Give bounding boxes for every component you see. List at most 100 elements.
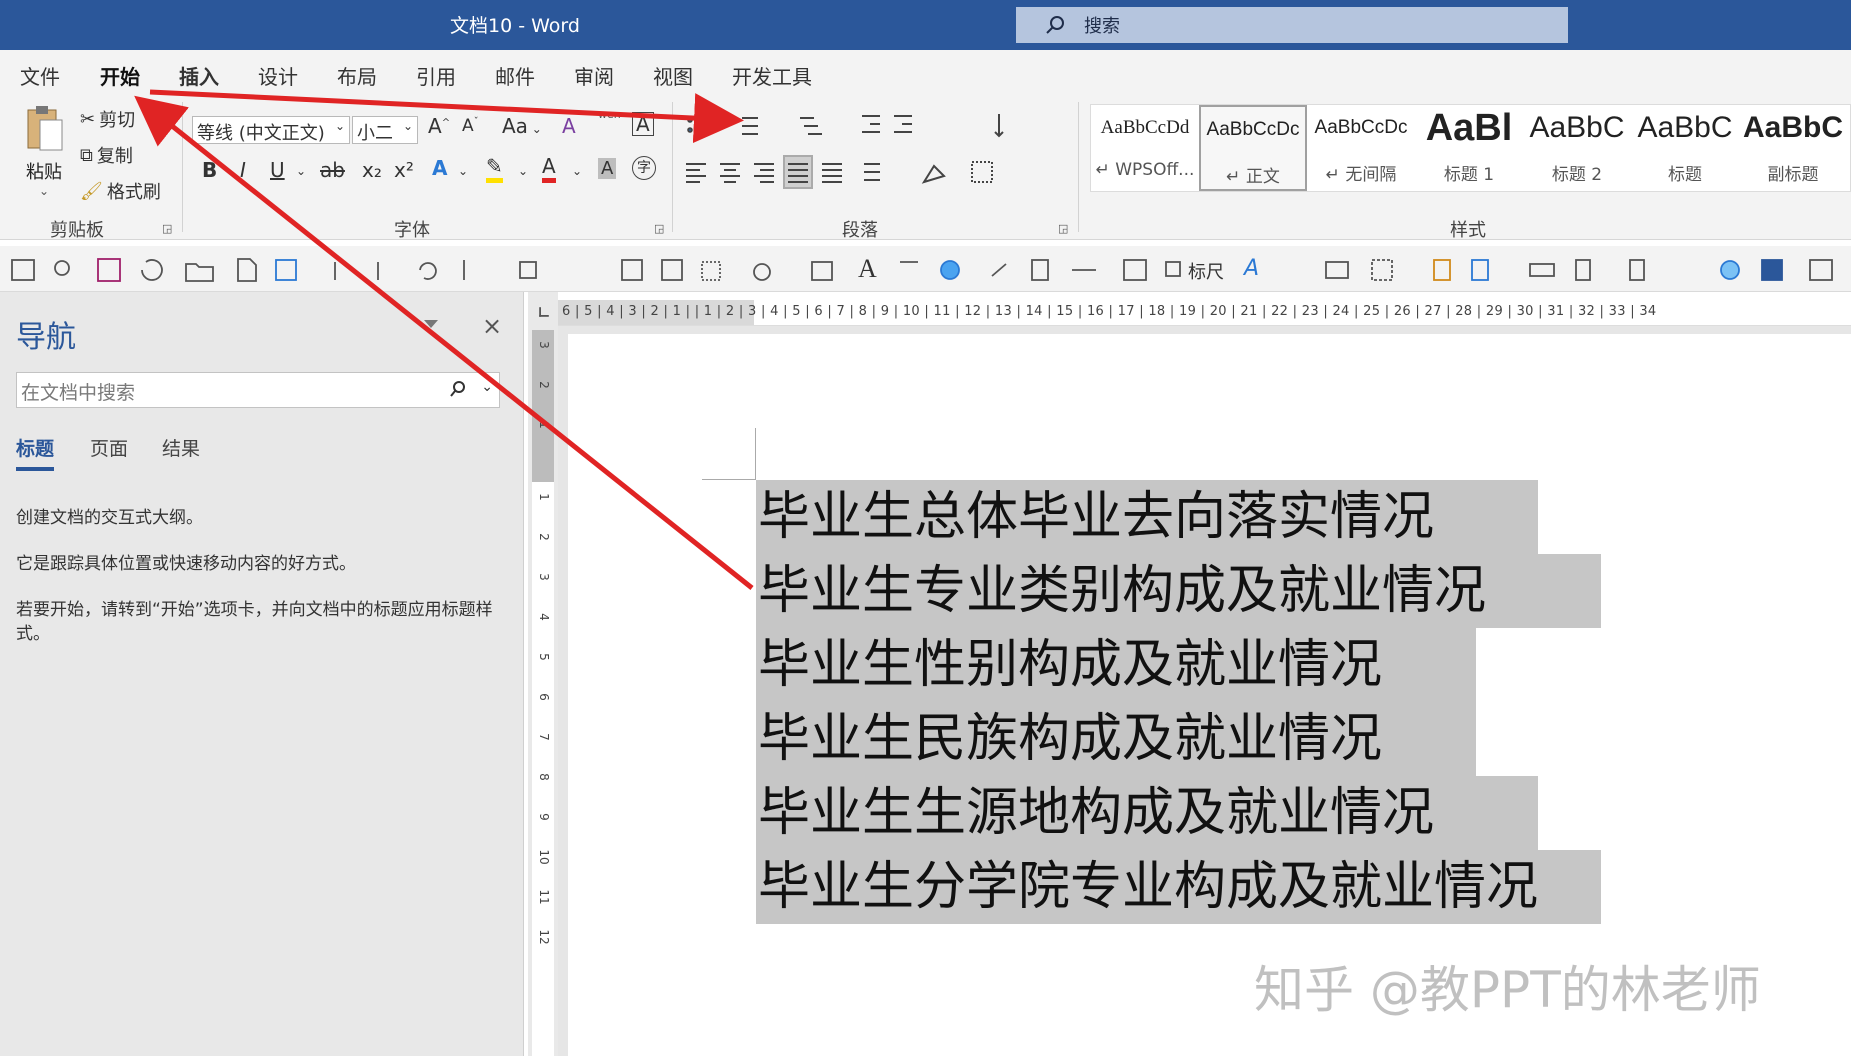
screenshot-icon[interactable] — [701, 261, 721, 281]
doc-line-5[interactable]: 毕业生生源地构成及就业情况 — [756, 776, 1538, 850]
ruler-toggle-label[interactable]: 标尺 — [1188, 258, 1224, 284]
save-as-icon[interactable] — [1471, 259, 1489, 281]
new-doc-icon[interactable] — [237, 258, 257, 282]
nav-tab-headings[interactable]: 标题 — [16, 434, 55, 471]
theme-icon[interactable] — [1720, 260, 1740, 280]
paste-special-icon[interactable] — [1433, 259, 1451, 281]
edit-shape-icon[interactable] — [661, 259, 683, 281]
format-painter-button[interactable]: 🖌 格式刷 — [80, 178, 161, 204]
font-name-select[interactable]: 等线 (中文正文) ⌄ — [192, 116, 350, 144]
footer-icon[interactable] — [1629, 259, 1645, 281]
form-icon[interactable] — [1031, 259, 1049, 281]
style-heading-2[interactable]: AaBbC 标题 2 — [1523, 105, 1631, 191]
list-icon[interactable] — [1325, 261, 1349, 279]
nav-tab-results[interactable]: 结果 — [162, 434, 200, 461]
superscript-button[interactable]: x² — [394, 158, 414, 182]
sort-icon[interactable] — [994, 114, 1004, 138]
table-icon[interactable] — [11, 259, 35, 281]
font-size-select[interactable]: 小二 ⌄ — [352, 116, 418, 144]
doc-line-1[interactable]: 毕业生总体毕业去向落实情况 — [756, 480, 1538, 554]
text-box-icon[interactable] — [275, 259, 297, 281]
connector-icon[interactable] — [991, 263, 1007, 277]
tab-references[interactable]: 引用 — [416, 61, 456, 90]
line-spacing-icon[interactable] — [864, 163, 880, 181]
paste-button[interactable]: 粘贴 ⌄ — [20, 104, 68, 199]
underline-button[interactable]: U — [270, 158, 285, 182]
nav-options-icon[interactable] — [424, 320, 438, 328]
enclose-character-button[interactable]: 字 — [632, 156, 656, 180]
dialog-launcher-icon[interactable]: ◲ — [162, 222, 172, 235]
align-right-icon[interactable] — [754, 163, 774, 183]
shrink-font-icon[interactable]: Aˇ — [462, 116, 479, 136]
character-shading-button[interactable]: A — [598, 158, 617, 179]
tab-home[interactable]: 开始 — [98, 61, 142, 99]
tab-design[interactable]: 设计 — [258, 61, 298, 90]
chevron-down-icon[interactable]: ⌄ — [481, 379, 493, 395]
doc-line-4[interactable]: 毕业生民族构成及就业情况 — [756, 702, 1476, 776]
tab-review[interactable]: 审阅 — [574, 61, 614, 90]
strikethrough-button[interactable]: ab — [320, 158, 345, 182]
tab-selector-icon[interactable] — [539, 307, 549, 317]
align-center-icon[interactable] — [720, 163, 740, 183]
header-icon[interactable] — [1575, 259, 1591, 281]
shapes-icon[interactable] — [519, 261, 537, 279]
chevron-down-icon[interactable]: ⌄ — [458, 164, 468, 178]
distributed-icon[interactable] — [822, 163, 842, 183]
copy-button[interactable]: ⧉ 复制 — [80, 142, 133, 168]
find-icon[interactable] — [54, 260, 70, 276]
undo-icon[interactable] — [419, 262, 437, 280]
tab-insert[interactable]: 插入 — [179, 61, 219, 90]
chevron-down-icon[interactable]: ⌄ — [20, 184, 68, 198]
style-title[interactable]: AaBbC 标题 — [1631, 105, 1739, 191]
align-left-icon[interactable] — [686, 163, 706, 183]
increase-indent-icon[interactable] — [894, 115, 912, 133]
circle-icon[interactable] — [940, 260, 960, 280]
style-normal[interactable]: AaBbCcDc ↵ 正文 — [1199, 105, 1307, 191]
style-subtitle[interactable]: AaBbC 副标题 — [1739, 105, 1847, 191]
tab-layout[interactable]: 布局 — [337, 61, 377, 90]
style-heading-1[interactable]: AaBl 标题 1 — [1415, 105, 1523, 191]
doc-line-3[interactable]: 毕业生性别构成及就业情况 — [756, 628, 1476, 702]
numbering-icon[interactable] — [742, 117, 758, 135]
tab-developer[interactable]: 开发工具 — [732, 61, 812, 90]
dialog-launcher-icon[interactable]: ◲ — [1058, 222, 1068, 235]
nav-tab-pages[interactable]: 页面 — [90, 434, 128, 461]
picture-icon[interactable] — [811, 261, 833, 281]
tab-mailings[interactable]: 邮件 — [495, 61, 535, 90]
font-color-button[interactable]: A — [542, 154, 556, 183]
decrease-indent-icon[interactable] — [862, 115, 880, 133]
shading-icon[interactable] — [921, 164, 946, 184]
style-wpsoffice[interactable]: AaBbCcDd ↵ WPSOff... — [1091, 105, 1199, 191]
italic-button[interactable]: I — [240, 158, 246, 182]
search-icon[interactable] — [449, 380, 467, 398]
save-icon[interactable] — [97, 258, 121, 282]
edit-icon[interactable] — [621, 259, 643, 281]
layout-icon[interactable] — [1123, 259, 1147, 281]
character-border-icon[interactable]: A — [632, 112, 654, 136]
translate-icon[interactable] — [1809, 259, 1833, 281]
clear-format-icon[interactable]: A — [562, 114, 576, 138]
field-icon[interactable] — [1529, 263, 1555, 277]
doc-line-6[interactable]: 毕业生分学院专业构成及就业情况 — [756, 850, 1601, 924]
text-effects-button[interactable]: A — [432, 156, 447, 180]
change-case-button[interactable]: Aa ⌄ — [502, 114, 542, 138]
tab-view[interactable]: 视图 — [653, 61, 693, 90]
grow-font-icon[interactable]: A^ — [428, 114, 450, 138]
redo-icon[interactable] — [141, 259, 163, 281]
chevron-down-icon[interactable]: ⌄ — [296, 164, 306, 178]
chevron-down-icon[interactable]: ⌄ — [518, 164, 528, 178]
search-box[interactable]: 搜索 — [1016, 7, 1568, 43]
justify-icon[interactable] — [783, 155, 813, 189]
font-icon[interactable]: A — [858, 254, 877, 284]
grid-icon[interactable] — [1371, 259, 1393, 281]
horizontal-ruler[interactable]: 6 | 5 | 4 | 3 | 2 | 1 | | 1 | 2 | 3 | 4 … — [558, 300, 1851, 326]
style-no-spacing[interactable]: AaBbCcDc ↵ 无间隔 — [1307, 105, 1415, 191]
subscript-button[interactable]: x₂ — [362, 158, 382, 182]
open-icon[interactable] — [185, 263, 214, 282]
tab-file[interactable]: 文件 — [20, 61, 60, 90]
cut-button[interactable]: ✂ 剪切 — [80, 106, 135, 132]
multilevel-list-icon[interactable] — [800, 117, 822, 135]
color-icon[interactable] — [1761, 259, 1783, 281]
close-icon[interactable]: × — [482, 312, 502, 340]
shape-fill-icon[interactable] — [753, 263, 771, 281]
